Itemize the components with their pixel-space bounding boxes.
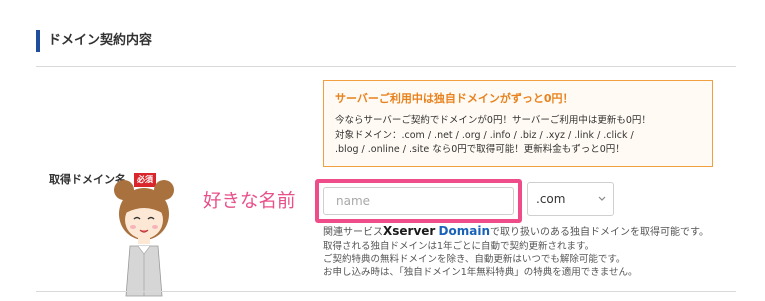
help-prefix: 関連サービス	[323, 227, 383, 238]
tld-selected-value: .com	[536, 192, 566, 206]
name-input-highlight	[315, 179, 522, 223]
section-title: ドメイン契約内容	[36, 30, 152, 52]
help-line: 取得される独自ドメインは1年ごとに自動で契約更新されます。	[323, 241, 595, 252]
notice-line: 対象ドメイン：.com / .net / .org / .info / .biz…	[335, 129, 634, 141]
help-suffix: で取り扱いのある独自ドメインを取得可能です。	[490, 227, 709, 238]
notice-heading: サーバーご利用中は独自ドメインがずっと0円！	[335, 92, 574, 105]
domain-name-input[interactable]	[323, 187, 514, 215]
tld-select[interactable]: .com	[527, 182, 614, 216]
notice-line: 今ならサーバーご契約でドメインが0円！サーバーご利用中は更新も0円！	[335, 115, 651, 126]
notice-line: .blog / .online / .site なら0円で取得可能！更新料金もず…	[335, 144, 625, 155]
help-line: お申し込み時は、「独自ドメイン1年無料特典」の特典を適用できません。	[323, 267, 638, 278]
domain-brand-text: Domain	[438, 224, 490, 238]
mascot-illustration	[114, 180, 174, 297]
xserver-brand-text: Xserver	[383, 224, 436, 238]
section-divider-top	[36, 66, 736, 67]
help-line: 関連サービスXserver Domainで取り扱いのある独自ドメインを取得可能で…	[323, 224, 743, 240]
chevron-down-icon	[598, 196, 606, 201]
domain-help-text: 関連サービスXserver Domainで取り扱いのある独自ドメインを取得可能で…	[323, 224, 743, 279]
free-domain-notice: サーバーご利用中は独自ドメインがずっと0円！ 今ならサーバーご契約でドメインが0…	[323, 80, 713, 167]
help-line: ご契約特典の無料ドメインを除き、自動更新はいつでも解除可能です。	[323, 254, 626, 265]
section-divider-bottom	[36, 291, 736, 292]
callout-favorite-name: 好きな名前	[203, 191, 296, 212]
